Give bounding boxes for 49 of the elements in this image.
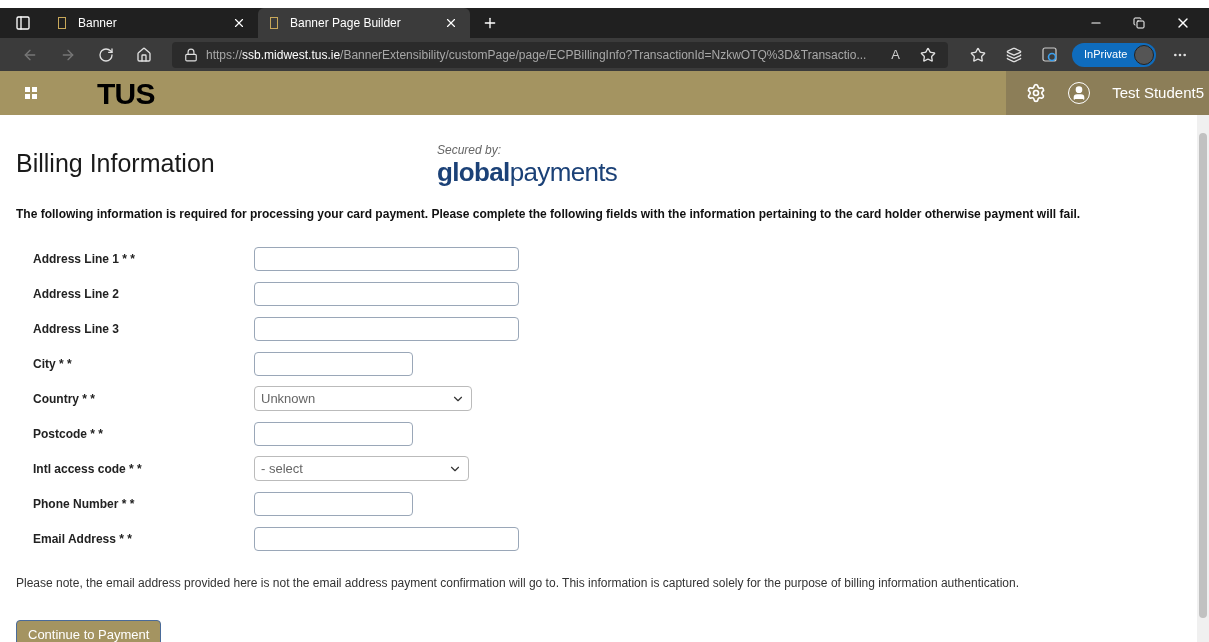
browser-page-icon[interactable] bbox=[1042, 46, 1058, 63]
inprivate-button[interactable]: InPrivate bbox=[1072, 42, 1156, 67]
apps-menu-icon[interactable] bbox=[25, 87, 37, 99]
input-field[interactable] bbox=[254, 421, 413, 446]
site-logo[interactable]: TUS bbox=[97, 70, 155, 116]
tab-title: Banner Page Builder bbox=[290, 15, 402, 32]
close-icon[interactable] bbox=[232, 16, 246, 30]
field-label: Address Line 3 bbox=[33, 320, 121, 338]
input-field[interactable] bbox=[254, 526, 519, 551]
page-title: Billing Information bbox=[16, 148, 216, 179]
provider-logo: globalpayments bbox=[437, 159, 618, 185]
secured-by-label: Secured by: bbox=[437, 142, 503, 159]
tab-title: Banner bbox=[78, 15, 118, 32]
dropdown[interactable]: - select bbox=[254, 456, 469, 481]
input-field[interactable] bbox=[254, 491, 413, 516]
address-bar[interactable]: https://ssb.midwest.tus.ie/BannerExtensibility/customPage/page/ECPBillingInfo?TransactionId=NzkwOTQ%3D&Transactio... A bbox=[172, 41, 948, 68]
field-label: Email Address * * bbox=[33, 530, 133, 548]
field-label: Phone Number * * bbox=[33, 495, 136, 513]
new-tab-icon[interactable] bbox=[482, 15, 498, 31]
favorites-icon[interactable] bbox=[970, 46, 986, 63]
field-label: City * * bbox=[33, 355, 73, 373]
avatar-icon bbox=[1134, 44, 1154, 65]
add-favorite-icon[interactable] bbox=[920, 46, 936, 63]
note-text: Please note, the email address provided here is not the email address payment confirmation will go to. This information is captured solely for the purpose of billing information authentication. bbox=[16, 575, 1020, 592]
restore-icon[interactable] bbox=[1133, 17, 1145, 29]
field-label: Address Line 1 * * bbox=[33, 250, 137, 268]
tab-favicon-icon bbox=[270, 17, 278, 29]
field-label: Postcode * * bbox=[33, 425, 105, 443]
input-field[interactable] bbox=[254, 316, 519, 341]
settings-icon[interactable] bbox=[1026, 83, 1047, 103]
tab-favicon-icon bbox=[58, 17, 66, 29]
lock-icon bbox=[184, 47, 198, 62]
scrollbar[interactable] bbox=[1197, 115, 1209, 642]
input-field[interactable] bbox=[254, 246, 519, 271]
collections-icon[interactable] bbox=[1006, 46, 1022, 63]
home-icon[interactable] bbox=[136, 46, 152, 63]
input-field[interactable] bbox=[254, 351, 413, 376]
field-label: Country * * bbox=[33, 390, 96, 408]
dropdown[interactable]: Unknown bbox=[254, 386, 472, 411]
read-aloud-icon[interactable]: A bbox=[891, 44, 900, 65]
input-field[interactable] bbox=[254, 281, 519, 306]
field-label: Address Line 2 bbox=[33, 285, 121, 303]
browser-tab[interactable]: Banner Page Builder bbox=[258, 8, 470, 38]
url-text: https://ssb.midwest.tus.ie/BannerExtensibility/customPage/page/ECPBillingInfo?TransactionId=NzkwOTQ%3D&Transactio... bbox=[206, 46, 868, 64]
intro-text: The following information is required for processing your card payment. Please complete the following fields with the information pertaining to the card holder otherwise payment will fail. bbox=[16, 206, 1082, 223]
field-label: Intl access code * * bbox=[33, 460, 143, 478]
refresh-icon[interactable] bbox=[98, 46, 114, 63]
tab-actions-icon[interactable] bbox=[15, 15, 31, 31]
close-icon[interactable] bbox=[444, 16, 458, 30]
